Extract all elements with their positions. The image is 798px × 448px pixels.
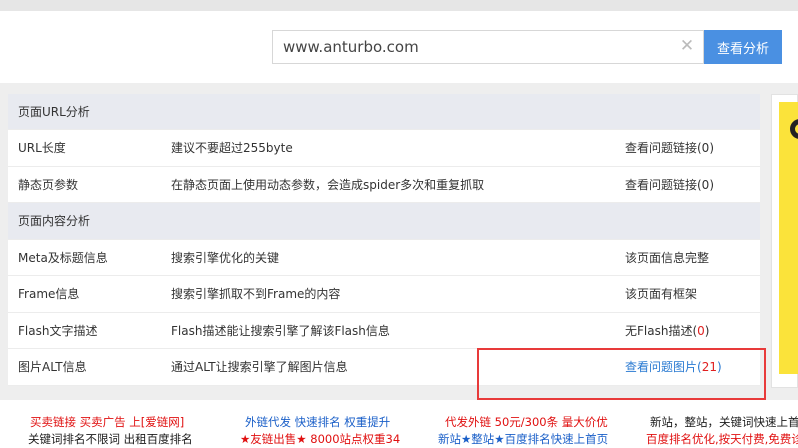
side-ad-banner[interactable] [779,102,798,374]
clear-icon[interactable]: ✕ [678,37,696,55]
result-suffix: ) [704,323,710,338]
footer-ad-link[interactable]: 代发外链 50元/300条 量大价优 [445,414,608,430]
table-row-url-length: URL长度 建议不要超过255byte 查看问题链接(0) [8,130,760,167]
url-search-input[interactable] [273,31,673,63]
row-description: 通过ALT让搜索引擎了解图片信息 [171,360,348,374]
row-name: Flash文字描述 [18,323,98,338]
view-problem-links-button[interactable]: 查看问题链接(0) [625,167,714,203]
footer-ad-link[interactable]: ★友链出售★ 8000站点权重34 [240,431,400,447]
row-name: Meta及标题信息 [18,250,108,265]
section-title: 页面内容分析 [18,214,91,228]
row-description: Flash描述能让搜索引擎了解该Flash信息 [171,323,390,338]
row-result: 无Flash描述(0) [625,313,709,349]
row-name: Frame信息 [18,287,80,301]
section-header-url: 页面URL分析 [8,94,760,130]
search-box: ✕ [272,30,704,64]
footer-ad-link[interactable]: 百度排名优化,按天付费,免费诊 [646,431,798,447]
link-suffix: ) [716,360,722,374]
footer-ad-link[interactable]: 买卖链接 买卖广告 上[爱链网] [30,414,184,430]
row-description: 搜索引擎抓取不到Frame的内容 [171,287,341,301]
table-row-static-params: 静态页参数 在静态页面上使用动态参数，会造成spider多次和重复抓取 查看问题… [8,167,760,203]
section-header-content: 页面内容分析 [8,203,760,240]
table-row-flash: Flash文字描述 Flash描述能让搜索引擎了解该Flash信息 无Flash… [8,313,760,349]
view-problem-images-link[interactable]: 查看问题图片(21) [625,349,722,385]
top-strip [0,0,798,11]
side-ad-panel [771,94,798,388]
footer-ad-link[interactable]: 新站，整站，关键词快速上首 [650,414,798,430]
row-name: 静态页参数 [18,177,79,192]
footer-ad-link[interactable]: 新站★整站★百度排名快速上首页 [438,431,608,447]
row-result: 该页面有框架 [625,287,698,301]
row-name: URL长度 [18,141,66,155]
row-description: 搜索引擎优化的关键 [171,250,280,265]
ad-logo-icon [790,119,798,139]
table-row-image-alt: 图片ALT信息 通过ALT让搜索引擎了解图片信息 查看问题图片(21) [8,349,760,386]
table-row-frame: Frame信息 搜索引擎抓取不到Frame的内容 该页面有框架 [8,276,760,313]
row-name: 图片ALT信息 [18,360,87,374]
row-description: 建议不要超过255byte [171,141,293,155]
link-prefix: 查看问题图片( [625,360,702,374]
image-count: 21 [701,360,717,374]
search-panel: ✕ 查看分析 [0,11,798,83]
seo-report-table: 页面URL分析 URL长度 建议不要超过255byte 查看问题链接(0) 静态… [8,94,760,386]
result-prefix: 无Flash描述( [625,323,698,338]
footer-ad-link[interactable]: 关键词排名不限词 出租百度排名 [28,431,193,447]
view-problem-links-button[interactable]: 查看问题链接(0) [625,130,714,166]
section-title: 页面URL分析 [18,105,90,119]
row-description: 在静态页面上使用动态参数，会造成spider多次和重复抓取 [171,177,485,192]
footer-ad-link[interactable]: 外链代发 快速排名 权重提升 [245,414,390,430]
table-row-meta: Meta及标题信息 搜索引擎优化的关键 该页面信息完整 [8,240,760,276]
row-result: 该页面信息完整 [625,250,710,265]
analyze-button[interactable]: 查看分析 [704,30,782,64]
flash-count: 0 [697,323,705,338]
footer-ad-bar: 买卖链接 买卖广告 上[爱链网] 关键词排名不限词 出租百度排名 外链代发 快速… [0,400,798,448]
